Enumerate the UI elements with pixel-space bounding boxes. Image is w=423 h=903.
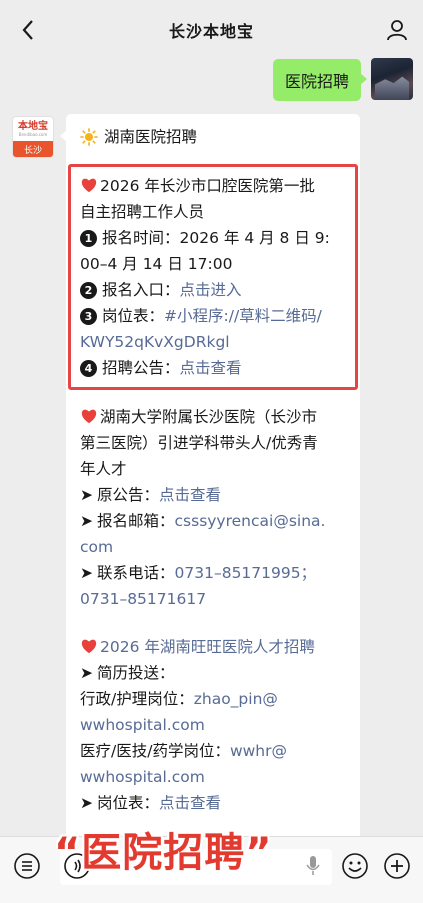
avatar-logo-sub: Bendibao.com (18, 131, 48, 137)
item2-title-line1: 湖南大学附属长沙医院（长沙市 (100, 408, 318, 426)
back-button[interactable] (14, 16, 42, 44)
my-avatar[interactable] (371, 58, 413, 100)
number-badge-2: 2 (80, 282, 97, 299)
item1-row3-label: 岗位表： (102, 307, 165, 325)
arrow-bullet-icon: ➤ (80, 794, 93, 812)
arrow-bullet-icon: ➤ (80, 564, 93, 582)
item1-title-line2: 自主招聘工作人员 (80, 203, 205, 221)
item3-row3-label: 医疗/医技/药学岗位： (80, 742, 230, 760)
number-badge-4: 4 (80, 360, 97, 377)
item1-row1-value-line2: 00–4 月 14 日 17:00 (80, 255, 233, 273)
outgoing-message-bubble[interactable]: 医院招聘 (272, 59, 368, 101)
incoming-message-bubble[interactable]: 湖南医院招聘 2026 年长沙市口腔医院第一批 自主招聘工作人员 1 报名时间：2… (66, 114, 360, 844)
item3-row4-label: 岗位表： (97, 794, 160, 812)
number-badge-1: 1 (80, 230, 97, 247)
item1-row2-label: 报名入口： (102, 281, 180, 299)
email-link-line2[interactable]: com (80, 534, 346, 560)
admin-email-link-line1[interactable]: zhao_pin@ (194, 690, 278, 708)
heart-icon (81, 178, 97, 193)
profile-button[interactable] (383, 16, 411, 44)
announcement-link[interactable]: 点击查看 (180, 359, 242, 377)
sun-icon (80, 128, 98, 146)
item3-row2-label: 行政/护理岗位： (80, 690, 194, 708)
item1-row4-label: 招聘公告： (102, 359, 180, 377)
chat-header: 长沙本地宝 (0, 0, 423, 60)
plus-button[interactable] (382, 851, 412, 881)
chat-title: 长沙本地宝 (168, 22, 254, 41)
arrow-bullet-icon: ➤ (80, 512, 93, 530)
emoji-icon (342, 853, 368, 879)
phone-link-1[interactable]: 0731–85171995； (175, 564, 317, 582)
medical-email-link-line1[interactable]: wwhr@ (230, 742, 287, 760)
item2-title-line2: 第三医院）引进学科带头人/优秀青 (80, 434, 318, 452)
admin-email-link-line2[interactable]: wwhospital.com (80, 712, 346, 738)
item2-row2-label: 报名邮箱： (97, 512, 175, 530)
medical-email-link-line2[interactable]: wwhospital.com (80, 764, 346, 790)
outgoing-message-row: 医院招聘 (272, 58, 413, 101)
microphone-icon (306, 856, 320, 875)
original-announcement-link[interactable]: 点击查看 (159, 486, 221, 504)
message-heading: 湖南医院招聘 (104, 128, 198, 146)
position-table-link-line1[interactable]: #小程序://草料二维码/ (164, 307, 322, 325)
item2-row1-label: 原公告： (97, 486, 160, 504)
highlighted-job-item: 2026 年长沙市口腔医院第一批 自主招聘工作人员 1 报名时间：2026 年 4… (68, 164, 358, 390)
account-avatar[interactable]: 本地宝 Bendibao.com 长沙 (12, 116, 54, 158)
arrow-bullet-icon: ➤ (80, 664, 93, 682)
item2-title-line3: 年人才 (80, 460, 127, 478)
chevron-left-icon (22, 20, 33, 40)
emoji-button[interactable] (340, 851, 370, 881)
position-table-link-line2[interactable]: KWY52qKvXgDRkgl (80, 329, 346, 355)
number-badge-3: 3 (80, 308, 97, 325)
avatar-logo-text: 本地宝 (18, 120, 48, 132)
mic-button[interactable] (298, 851, 328, 881)
job-item-2: 湖南大学附属长沙医院（长沙市 第三医院）引进学科带头人/优秀青 年人才 ➤ 原公告… (80, 404, 346, 612)
phone-link-2[interactable]: 0731–85171617 (80, 586, 346, 612)
heart-icon (81, 409, 97, 424)
item3-title-link[interactable]: 2026 年湖南旺旺医院人才招聘 (100, 638, 315, 656)
item3-row1-label: 简历投送： (97, 664, 175, 682)
person-icon (387, 20, 407, 41)
item2-row3-label: 联系电话： (97, 564, 175, 582)
menu-button[interactable] (12, 851, 42, 881)
item3-position-table-link[interactable]: 点击查看 (159, 794, 221, 812)
heart-icon (81, 639, 97, 654)
email-link-line1[interactable]: csssyyrencai@sina. (175, 512, 326, 530)
job-item-3: 2026 年湖南旺旺医院人才招聘 ➤ 简历投送： 行政/护理岗位：zhao_pin… (80, 634, 346, 816)
item1-title-line1: 2026 年长沙市口腔医院第一批 (100, 177, 315, 195)
overlay-caption: “医院招聘” (54, 830, 273, 876)
register-entry-link[interactable]: 点击进入 (180, 281, 242, 299)
item1-row1-label: 报名时间： (102, 229, 180, 247)
avatar-logo-city: 长沙 (13, 141, 53, 157)
item1-row1-value-line1: 2026 年 4 月 8 日 9: (179, 229, 330, 247)
plus-icon (384, 853, 410, 879)
list-menu-icon (14, 853, 40, 879)
arrow-bullet-icon: ➤ (80, 486, 93, 504)
